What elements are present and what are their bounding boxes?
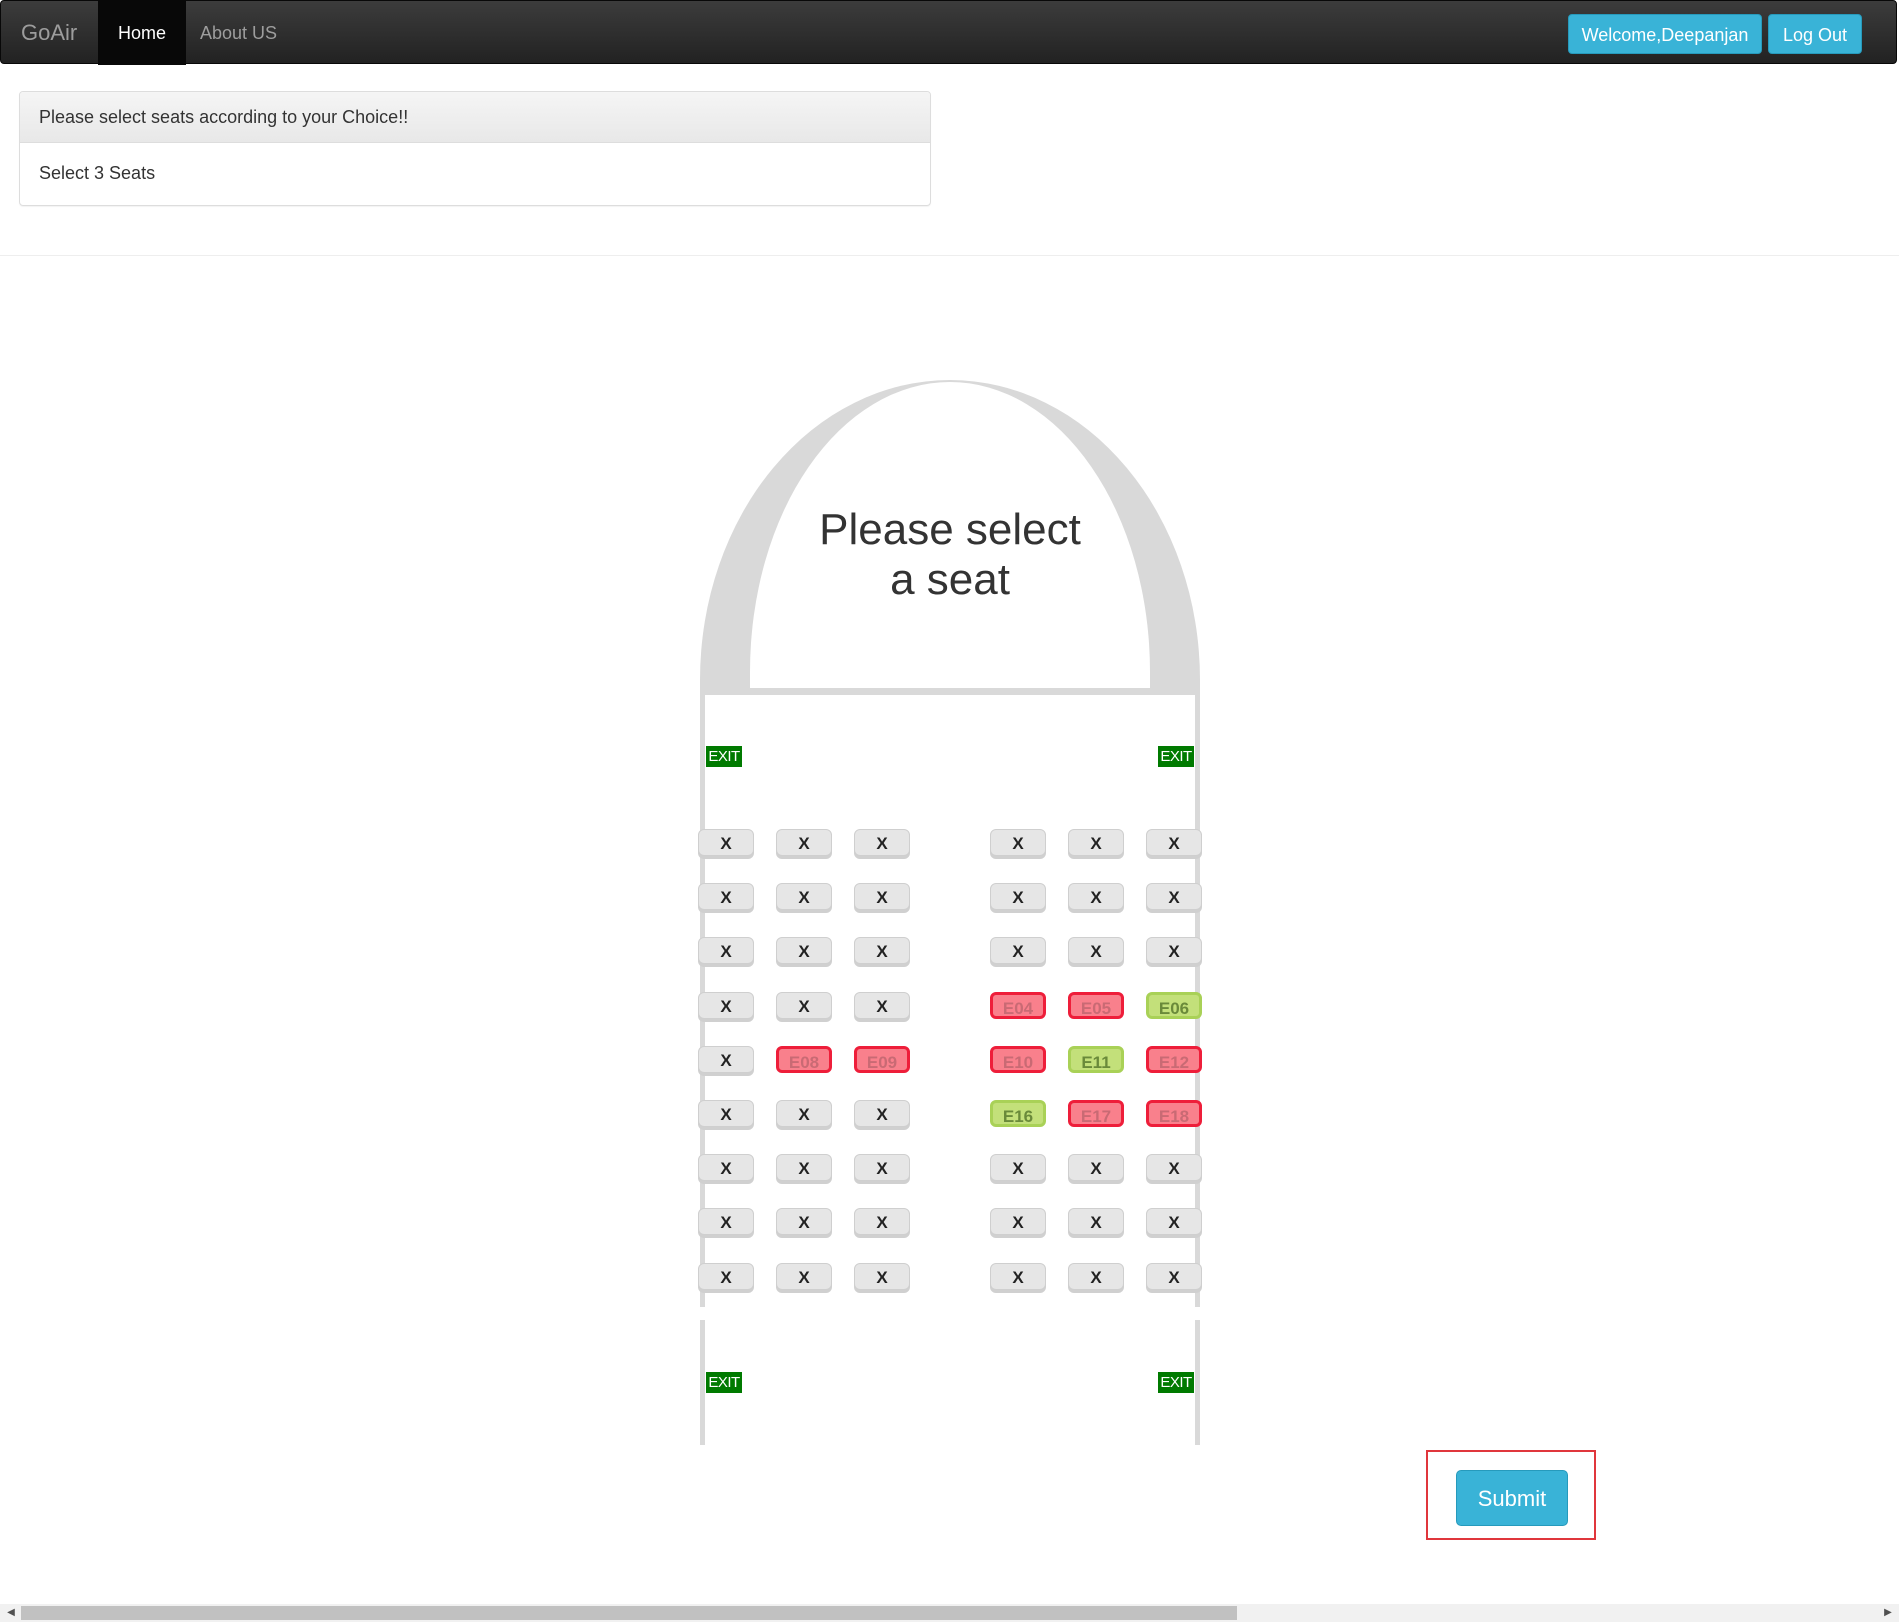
seat-r3-c3[interactable]: X xyxy=(854,937,910,964)
seat-r5-c4[interactable]: E10 xyxy=(990,1046,1046,1073)
seat-r1-c1[interactable]: X xyxy=(698,829,754,856)
plane-title-line2: a seat xyxy=(890,555,1010,604)
panel-body: Select 3 Seats xyxy=(39,163,156,183)
scroll-left-arrow-icon[interactable]: ◀ xyxy=(2,1604,20,1622)
seat-r9-c2[interactable]: X xyxy=(776,1263,832,1290)
seat-r5-c2[interactable]: E08 xyxy=(776,1046,832,1073)
seat-r8-c1[interactable]: X xyxy=(698,1208,754,1235)
fuselage-tail-wall-left xyxy=(700,1320,705,1445)
horizontal-scrollbar[interactable]: ◀ ▶ xyxy=(0,1604,1899,1622)
seat-r3-c4[interactable]: X xyxy=(990,937,1046,964)
seat-r1-c5[interactable]: X xyxy=(1068,829,1124,856)
seat-r5-c3[interactable]: E09 xyxy=(854,1046,910,1073)
seat-r3-c1[interactable]: X xyxy=(698,937,754,964)
seat-r6-c1[interactable]: X xyxy=(698,1100,754,1127)
seat-r8-c4[interactable]: X xyxy=(990,1208,1046,1235)
logout-button[interactable]: Log Out xyxy=(1768,14,1862,54)
seat-r9-c5[interactable]: X xyxy=(1068,1263,1124,1290)
plane-title: Please select a seat xyxy=(800,505,1100,605)
seat-r6-c2[interactable]: X xyxy=(776,1100,832,1127)
seat-r8-c3[interactable]: X xyxy=(854,1208,910,1235)
exit-sign-rear-right: EXIT xyxy=(1158,1372,1194,1393)
submit-button[interactable]: Submit xyxy=(1456,1470,1568,1526)
fuselage-tail-wall-right xyxy=(1195,1320,1200,1445)
seat-r4-c1[interactable]: X xyxy=(698,992,754,1019)
seat-r2-c2[interactable]: X xyxy=(776,883,832,910)
seat-r6-c4[interactable]: E16 xyxy=(990,1100,1046,1127)
exit-sign-front-left: EXIT xyxy=(706,746,742,767)
seat-r8-c5[interactable]: X xyxy=(1068,1208,1124,1235)
seat-r5-c1[interactable]: X xyxy=(698,1046,754,1073)
nav-about-us[interactable]: About US xyxy=(180,1,297,65)
seat-r9-c6[interactable]: X xyxy=(1146,1263,1202,1290)
seat-r5-c5[interactable]: E11 xyxy=(1068,1046,1124,1073)
seat-r4-c5[interactable]: E05 xyxy=(1068,992,1124,1019)
seat-r2-c5[interactable]: X xyxy=(1068,883,1124,910)
scrollbar-thumb[interactable] xyxy=(21,1606,1237,1620)
seat-r4-c3[interactable]: X xyxy=(854,992,910,1019)
scroll-right-arrow-icon[interactable]: ▶ xyxy=(1879,1604,1897,1622)
seat-r7-c1[interactable]: X xyxy=(698,1154,754,1181)
seat-r6-c5[interactable]: E17 xyxy=(1068,1100,1124,1127)
seat-r7-c3[interactable]: X xyxy=(854,1154,910,1181)
seat-r8-c2[interactable]: X xyxy=(776,1208,832,1235)
seat-r3-c2[interactable]: X xyxy=(776,937,832,964)
seat-r9-c1[interactable]: X xyxy=(698,1263,754,1290)
welcome-user-button[interactable]: Welcome,Deepanjan xyxy=(1568,14,1762,54)
seat-r3-c5[interactable]: X xyxy=(1068,937,1124,964)
seat-r6-c6[interactable]: E18 xyxy=(1146,1100,1202,1127)
plane-title-line1: Please select xyxy=(819,505,1081,554)
nav-home[interactable]: Home xyxy=(98,1,187,65)
seat-r7-c6[interactable]: X xyxy=(1146,1154,1202,1181)
seat-r2-c4[interactable]: X xyxy=(990,883,1046,910)
seat-r5-c6[interactable]: E12 xyxy=(1146,1046,1202,1073)
seat-r2-c3[interactable]: X xyxy=(854,883,910,910)
seat-r9-c4[interactable]: X xyxy=(990,1263,1046,1290)
navbar: GoAir Home About US Welcome,Deepanjan Lo… xyxy=(0,0,1897,65)
seat-r6-c3[interactable]: X xyxy=(854,1100,910,1127)
seat-r3-c6[interactable]: X xyxy=(1146,937,1202,964)
brand-logo[interactable]: GoAir xyxy=(21,1,77,65)
exit-sign-rear-left: EXIT xyxy=(706,1372,742,1393)
seat-r2-c6[interactable]: X xyxy=(1146,883,1202,910)
seat-r9-c3[interactable]: X xyxy=(854,1263,910,1290)
seat-r1-c4[interactable]: X xyxy=(990,829,1046,856)
seat-r4-c2[interactable]: X xyxy=(776,992,832,1019)
section-divider xyxy=(0,255,1899,256)
seat-r7-c5[interactable]: X xyxy=(1068,1154,1124,1181)
seat-r4-c6[interactable]: E06 xyxy=(1146,992,1202,1019)
seat-r4-c4[interactable]: E04 xyxy=(990,992,1046,1019)
seat-instructions-panel: Please select seats according to your Ch… xyxy=(19,91,931,206)
seat-r2-c1[interactable]: X xyxy=(698,883,754,910)
seat-r7-c2[interactable]: X xyxy=(776,1154,832,1181)
seat-r1-c3[interactable]: X xyxy=(854,829,910,856)
seat-r7-c4[interactable]: X xyxy=(990,1154,1046,1181)
exit-sign-front-right: EXIT xyxy=(1158,746,1194,767)
seat-r8-c6[interactable]: X xyxy=(1146,1208,1202,1235)
seat-r1-c2[interactable]: X xyxy=(776,829,832,856)
seat-r1-c6[interactable]: X xyxy=(1146,829,1202,856)
cockpit-bar xyxy=(700,688,1200,695)
panel-heading: Please select seats according to your Ch… xyxy=(20,92,930,143)
